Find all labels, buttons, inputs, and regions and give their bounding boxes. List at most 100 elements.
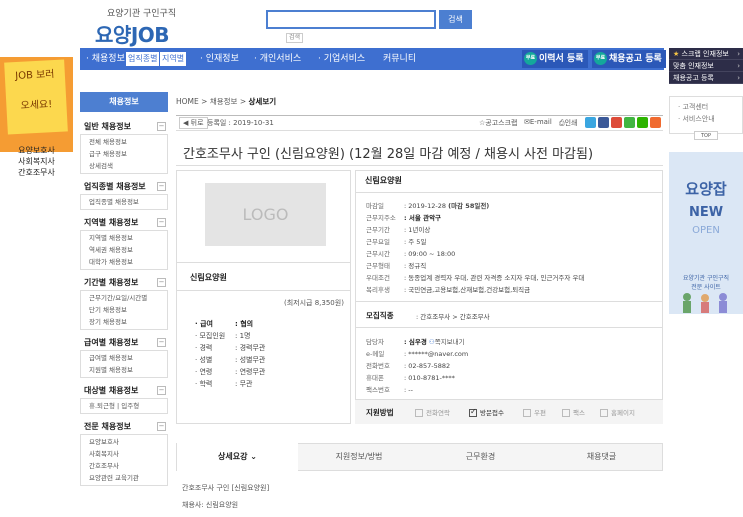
apply-option-fax[interactable]: 팩스 xyxy=(562,407,585,417)
lnb-title-salary-label: 급여별 채용정보 xyxy=(84,338,139,347)
collapse-icon[interactable]: − xyxy=(157,122,166,131)
scroll-top-button[interactable]: TOP xyxy=(694,131,718,140)
send-message-label: 쪽지보내기 xyxy=(434,338,465,346)
card-divider xyxy=(176,262,351,263)
gnb-item-jobs[interactable]: · 채용정보 xyxy=(86,48,125,70)
lnb-title-region[interactable]: 지역별 채용정보 − xyxy=(80,216,168,230)
checkbox[interactable] xyxy=(523,409,531,417)
detail-value: : 정규직 xyxy=(404,262,427,270)
band-share-icon[interactable] xyxy=(624,117,635,128)
lnb-item[interactable]: 급여별 채용정보 xyxy=(81,352,167,364)
search-input[interactable] xyxy=(266,10,436,29)
quick-menu-post[interactable]: 채용공고 등록 › xyxy=(669,72,743,84)
lnb-item[interactable]: 휴.퇴근형 | 입주형 xyxy=(81,400,167,412)
breadcrumb-jobs[interactable]: 채용정보 xyxy=(210,97,238,106)
print-button[interactable]: ⎙인쇄 xyxy=(559,118,578,128)
lnb-item[interactable]: 요양보호사 xyxy=(81,436,167,448)
resume-register-button[interactable]: 무료 이력서 등록 xyxy=(522,50,588,68)
back-button[interactable]: ◀ 뒤로 xyxy=(179,117,208,129)
breadcrumb: HOME > 채용정보 > 상세보기 xyxy=(176,96,276,107)
gnb-item-business[interactable]: · 기업서비스 xyxy=(318,48,365,70)
left-banner-ad[interactable]: JOB 보러 오세요! 요양보호사 사회복지사 간호조무사 xyxy=(0,48,73,185)
lnb-item[interactable]: 사회복지사 xyxy=(81,448,167,460)
lnb-title-general[interactable]: 일반 채용정보 − xyxy=(80,120,168,134)
contact-fax: 팩스번호 : -- xyxy=(366,384,413,394)
lnb-title-period[interactable]: 기간별 채용정보 − xyxy=(80,276,168,290)
right-quick-menu: ★ 스크랩 인재정보 › 맞춤 인재정보 › 채용공고 등록 › xyxy=(669,48,743,84)
gnb-tag-region[interactable]: 지역별 xyxy=(160,52,187,66)
checkbox[interactable] xyxy=(600,409,608,417)
naver-share-icon[interactable] xyxy=(637,117,648,128)
detail-key: 우대조건 xyxy=(366,274,390,282)
collapse-icon[interactable]: − xyxy=(157,386,166,395)
checkbox[interactable] xyxy=(415,409,423,417)
lnb-section-target: 대상별 채용정보 − 휴.퇴근형 | 입주형 xyxy=(80,384,168,414)
chevron-right-icon: › xyxy=(737,74,740,82)
lnb-item[interactable]: 급구 채용정보 xyxy=(81,148,167,160)
send-message-link[interactable]: ⚇쪽지보내기 xyxy=(429,338,465,346)
detail-row-type: 근무형태: 정규직 xyxy=(366,260,426,270)
gnb-item-community[interactable]: 커뮤니티 xyxy=(383,48,416,70)
tab-details[interactable]: 상세요강 ⌄ xyxy=(177,443,298,471)
detail-value: : 2019-12-28 xyxy=(404,202,447,210)
search-button[interactable]: 검색 xyxy=(439,10,472,29)
gnb-item-personal[interactable]: · 개인서비스 xyxy=(254,48,301,70)
apply-option-phone[interactable]: 전화연락 xyxy=(415,407,450,417)
checkbox-checked[interactable] xyxy=(469,407,477,417)
detail-value: : 국민연금,고용보험,산재보험,건강보험,퇴직금 xyxy=(404,286,531,294)
gnb-item-talent[interactable]: · 인재정보 xyxy=(200,48,239,70)
contact-key: 팩스번호 xyxy=(366,386,390,394)
breadcrumb-sep: > xyxy=(201,97,208,106)
kakao-share-icon[interactable] xyxy=(650,117,661,128)
twitter-share-icon[interactable] xyxy=(585,117,596,128)
site-logo[interactable]: 요양JOB xyxy=(95,19,170,48)
job-post-register-button[interactable]: 무료 채용공고 등록 xyxy=(592,50,666,68)
scrap-button[interactable]: ☆공고스크랩 xyxy=(479,118,517,128)
googleplus-share-icon[interactable] xyxy=(611,117,622,128)
gnb-tag-occupation[interactable]: 업직종별 xyxy=(126,52,160,66)
collapse-icon[interactable]: − xyxy=(157,218,166,227)
quick-menu-scrap[interactable]: ★ 스크랩 인재정보 › xyxy=(669,48,743,60)
contact-value: : 02-857-5882 xyxy=(404,362,451,370)
tab-comments[interactable]: 채용댓글 xyxy=(541,443,662,471)
detail-value: : 동종업계 경력자 우대, 관련 자격증 소지자 우대, 인근거주자 우대 xyxy=(404,274,585,282)
lnb-item[interactable]: 업직종별 채용정보 xyxy=(81,196,167,208)
checkbox[interactable] xyxy=(562,409,570,417)
email-button[interactable]: ✉E-mail xyxy=(524,118,552,126)
lnb-item[interactable]: 대학가 채용정보 xyxy=(81,256,167,268)
collapse-icon[interactable]: − xyxy=(157,182,166,191)
lnb-title-salary[interactable]: 급여별 채용정보 − xyxy=(80,336,168,350)
lnb-item[interactable]: 장기 채용정보 xyxy=(81,316,167,328)
apply-option-mail[interactable]: 우편 xyxy=(523,407,546,417)
lnb-item[interactable]: 근무기간/요일/시간별 xyxy=(81,292,167,304)
facebook-share-icon[interactable] xyxy=(598,117,609,128)
quick-menu-custom[interactable]: 맞춤 인재정보 › xyxy=(669,60,743,72)
lnb-title-special[interactable]: 전문 채용정보 − xyxy=(80,420,168,434)
collapse-icon[interactable]: − xyxy=(157,278,166,287)
lnb-section-salary: 급여별 채용정보 − 급여별 채용정보 지원별 채용정보 xyxy=(80,336,168,378)
lnb-item[interactable]: 지원별 채용정보 xyxy=(81,364,167,376)
link-service-guide[interactable]: · 서비스안내 xyxy=(678,113,742,125)
lnb-item[interactable]: 요양관련 교육기관 xyxy=(81,472,167,484)
collapse-icon[interactable]: − xyxy=(157,422,166,431)
lnb-item[interactable]: 간호조무사 xyxy=(81,460,167,472)
right-banner-ad[interactable]: 요양잡 NEW OPEN 요양기관 구인구직 전문 사이트 xyxy=(669,152,743,314)
lnb-title-occupation[interactable]: 업직종별 채용정보 − xyxy=(80,180,168,194)
link-customer-center[interactable]: · 고객센터 xyxy=(678,101,742,113)
condition-gender: · 성별: 성별무관 xyxy=(195,355,265,365)
lnb-item[interactable]: 지역별 채용정보 xyxy=(81,232,167,244)
detail-row-benefits: 복리후생: 국민연금,고용보험,산재보험,건강보험,퇴직금 xyxy=(366,284,530,294)
lnb-item[interactable]: 상세검색 xyxy=(81,160,167,172)
contact-value: : -- xyxy=(404,386,413,394)
tab-work-env[interactable]: 근무환경 xyxy=(420,443,541,471)
tab-apply-info[interactable]: 지원정보/방법 xyxy=(298,443,420,471)
collapse-icon[interactable]: − xyxy=(157,338,166,347)
apply-option-homepage[interactable]: 홈페이지 xyxy=(600,407,635,417)
apply-option-visit[interactable]: 방문접수 xyxy=(469,407,504,417)
lnb-item[interactable]: 전체 채용정보 xyxy=(81,136,167,148)
breadcrumb-home[interactable]: HOME xyxy=(176,97,199,106)
lnb-item[interactable]: 역세권 채용정보 xyxy=(81,244,167,256)
lnb-item[interactable]: 단기 채용정보 xyxy=(81,304,167,316)
contact-email: e-메일: ******@naver.com xyxy=(366,348,468,358)
lnb-title-target[interactable]: 대상별 채용정보 − xyxy=(80,384,168,398)
